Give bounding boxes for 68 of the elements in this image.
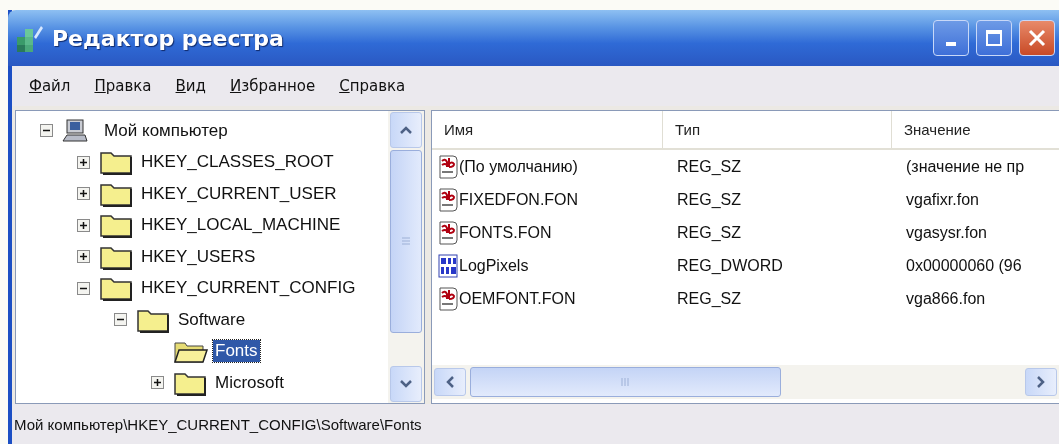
value-name[interactable]: LogPixels bbox=[459, 256, 529, 275]
tree-item[interactable]: HKEY_LOCAL_MACHINE bbox=[139, 214, 343, 237]
table-cell-text: REG_SZ bbox=[676, 190, 742, 209]
grip-icon bbox=[620, 377, 630, 387]
scroll-up-button[interactable] bbox=[390, 112, 422, 148]
tree-item[interactable]: Microsoft bbox=[213, 371, 286, 394]
tree-item[interactable]: Fonts bbox=[213, 340, 260, 363]
value-name[interactable]: FIXEDFON.FON bbox=[459, 190, 579, 209]
column-header[interactable]: Тип bbox=[663, 111, 892, 148]
minimize-icon bbox=[946, 42, 956, 46]
scroll-thumb[interactable] bbox=[470, 367, 781, 397]
registry-cubes-icon bbox=[14, 23, 44, 53]
grip-icon bbox=[401, 237, 411, 247]
maximize-icon bbox=[985, 29, 1003, 47]
table-cell-text: 0x00000060 (96 bbox=[905, 256, 1023, 275]
vertical-scrollbar[interactable] bbox=[388, 111, 424, 403]
tree-item[interactable]: HKEY_CURRENT_USER bbox=[139, 182, 339, 205]
tree-item[interactable]: Мой компьютер bbox=[102, 119, 230, 142]
value-name[interactable]: (По умолчанию) bbox=[459, 157, 578, 176]
tree-item[interactable]: HKEY_USERS bbox=[139, 245, 258, 268]
string-value-icon bbox=[438, 154, 458, 179]
column-header[interactable]: Имя bbox=[432, 111, 663, 148]
expander-icon[interactable] bbox=[77, 281, 90, 295]
status-path: Мой компьютер\HKEY_CURRENT_CONFIG\Software\Fonts bbox=[14, 415, 422, 433]
value-name[interactable]: FONTS.FON bbox=[459, 223, 552, 242]
horizontal-scrollbar[interactable] bbox=[432, 365, 1059, 399]
folder-icon bbox=[99, 149, 135, 176]
scroll-right-button[interactable] bbox=[1025, 368, 1057, 396]
close-icon bbox=[1027, 28, 1047, 48]
menu-item[interactable]: Вид bbox=[175, 77, 206, 95]
table-cell-text: vga866.fon bbox=[905, 289, 987, 308]
tree-item[interactable]: HKEY_CURRENT_CONFIG bbox=[139, 277, 358, 300]
column-header[interactable]: Значение bbox=[892, 111, 1059, 148]
expander-icon[interactable] bbox=[151, 376, 164, 390]
value-name[interactable]: OEMFONT.FON bbox=[459, 289, 576, 308]
menu-item[interactable]: Справка bbox=[339, 77, 406, 95]
computer-icon bbox=[62, 118, 88, 143]
binary-value-icon bbox=[438, 253, 458, 278]
table-cell-text: REG_SZ bbox=[676, 289, 742, 308]
minimize-button[interactable] bbox=[933, 20, 969, 56]
table-cell-text: REG_DWORD bbox=[676, 256, 784, 275]
table-cell-text: REG_SZ bbox=[676, 223, 742, 242]
table-cell-text: vgasysr.fon bbox=[905, 223, 988, 242]
string-value-icon bbox=[438, 187, 458, 212]
string-value-icon bbox=[438, 286, 458, 311]
table-cell-text: (значение не пр bbox=[905, 157, 1026, 176]
string-value-icon bbox=[438, 220, 458, 245]
expander-icon[interactable] bbox=[77, 250, 90, 264]
close-button[interactable] bbox=[1019, 20, 1055, 56]
table-cell-text: REG_SZ bbox=[676, 157, 742, 176]
expander-icon[interactable] bbox=[77, 187, 90, 201]
expander-icon[interactable] bbox=[114, 313, 127, 327]
maximize-button[interactable] bbox=[976, 20, 1012, 56]
expander-icon[interactable] bbox=[40, 124, 53, 138]
menu-item[interactable]: Файл bbox=[29, 77, 71, 95]
scroll-thumb[interactable] bbox=[390, 150, 422, 334]
menu-item[interactable]: Избранное bbox=[229, 77, 316, 95]
tree-item[interactable]: HKEY_CLASSES_ROOT bbox=[139, 151, 336, 174]
expander-icon[interactable] bbox=[77, 155, 90, 169]
folder-icon bbox=[99, 275, 135, 302]
tree-item[interactable]: Software bbox=[176, 308, 248, 331]
window-title: Редактор реестра bbox=[52, 25, 285, 51]
scroll-left-button[interactable] bbox=[434, 368, 466, 396]
menu-item[interactable]: Правка bbox=[94, 77, 152, 95]
expander-icon[interactable] bbox=[77, 218, 90, 232]
scroll-down-button[interactable] bbox=[390, 366, 422, 402]
folder-icon bbox=[99, 212, 135, 239]
table-cell-text: vgafixr.fon bbox=[905, 190, 980, 209]
